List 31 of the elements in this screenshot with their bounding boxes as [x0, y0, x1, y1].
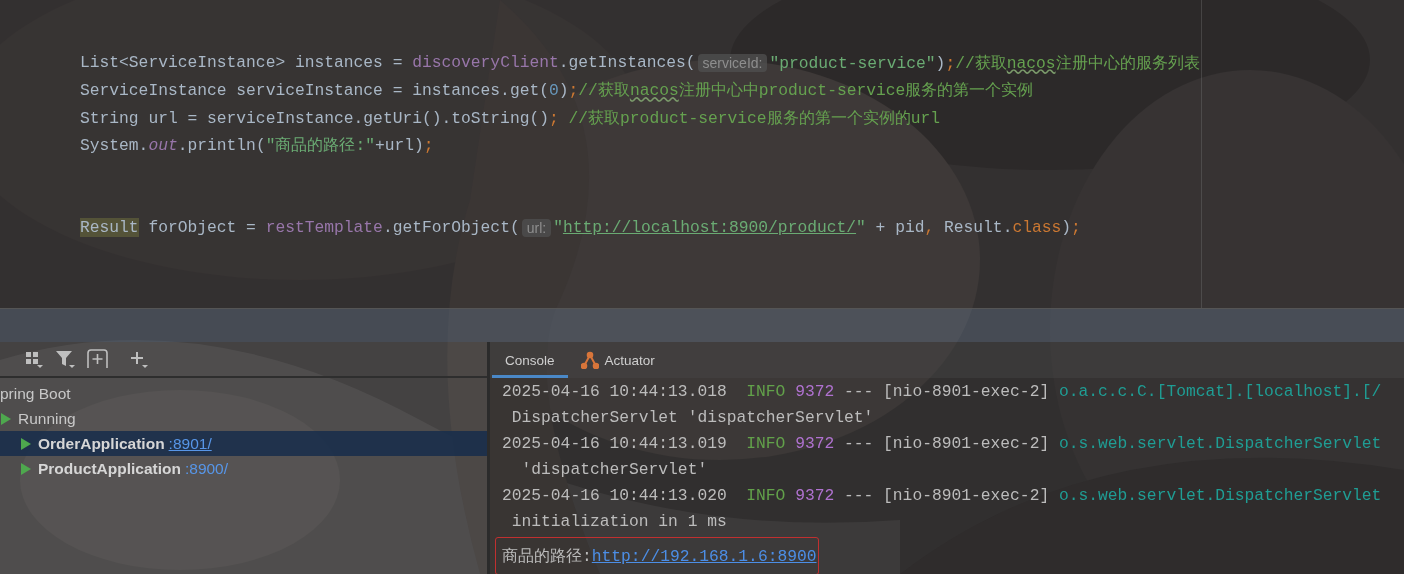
console-text: 商品的路径:	[502, 546, 592, 567]
console-line: 2025-04-16 10:44:13.019 INFO 9372 --- [nio-8901-exec-2] o.s.web.servlet.DispatcherServlet	[502, 433, 1382, 453]
url-link[interactable]: http://192.168.1.6:8900	[591, 546, 817, 566]
actuator-icon	[580, 351, 599, 369]
code-text: Result forObject = restTemplate.getForObject(	[80, 218, 520, 238]
code-text: "http://localhost:8900/product/" + pid, Result.class);	[553, 218, 1081, 238]
new-frame-icon[interactable]	[87, 349, 109, 369]
plus-icon[interactable]	[129, 349, 151, 369]
code-text: List<ServiceInstance> instances = discoveryClient.getInstances(	[80, 53, 696, 73]
tree-label[interactable]: ProductApplication	[38, 459, 181, 478]
code-text: System.out.println("商品的路径:"+url);	[80, 135, 434, 157]
selected-row[interactable]: OrderApplication :8901/	[0, 431, 487, 456]
console-line: 2025-04-16 10:44:13.018 INFO 9372 --- [nio-8901-exec-2] o.a.c.c.C.[Tomcat].[localhost].[/	[502, 381, 1382, 401]
port-link[interactable]: :8901/	[168, 434, 212, 453]
console-line: 2025-04-16 10:44:13.020 INFO 9372 --- [nio-8901-exec-2] o.s.web.servlet.DispatcherServlet	[502, 485, 1382, 505]
code-text: ServiceInstance serviceInstance = instances.get(0);//获取nacos注册中心中product-service服务的第一个实例	[80, 80, 1034, 102]
console-line: initialization in 1 ms	[510, 511, 727, 531]
console-tab[interactable]: Console	[492, 342, 568, 378]
code-text: String url = serviceInstance.getUri().toString(); //获取product-service服务的第一个实例的url	[80, 107, 940, 129]
run-icon	[20, 461, 32, 476]
console-line: DispatcherServlet 'dispatcherServlet'	[510, 407, 874, 427]
tree-label[interactable]: pring Boot	[0, 384, 71, 403]
console-tab[interactable]: Actuator	[567, 342, 668, 378]
filter-icon[interactable]	[55, 349, 77, 369]
console-line: 'dispatcherServlet'	[520, 459, 708, 479]
grid-icon[interactable]	[24, 349, 46, 369]
tree-label[interactable]: OrderApplication	[38, 434, 165, 453]
code-text: "product-service");//获取nacos注册中心的服务列表	[769, 52, 1200, 74]
tree-label[interactable]: Running	[18, 409, 76, 428]
run-icon	[0, 411, 12, 426]
run-icon	[20, 436, 32, 451]
